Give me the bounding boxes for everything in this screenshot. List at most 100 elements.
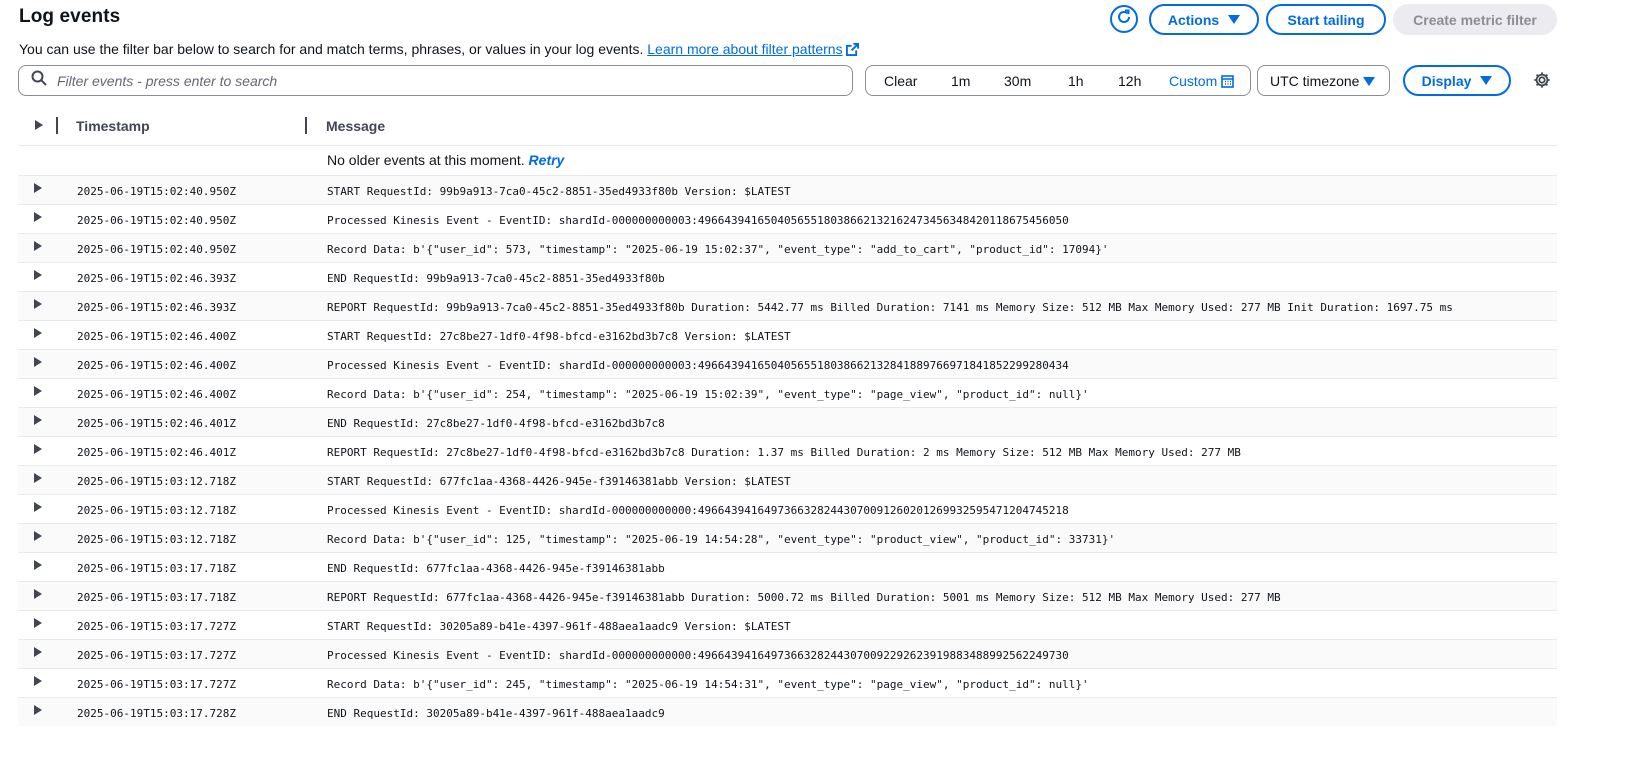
event-message: Processed Kinesis Event - EventID: shard…: [327, 359, 1069, 372]
range-1h[interactable]: 1h: [1068, 73, 1084, 89]
event-message: Record Data: b'{"user_id": 125, "timesta…: [327, 533, 1116, 546]
gear-icon: [1533, 72, 1551, 93]
range-1m[interactable]: 1m: [951, 73, 970, 89]
start-tailing-label: Start tailing: [1287, 11, 1365, 28]
log-event-row[interactable]: 2025-06-19T15:03:12.718Z Record Data: b'{…: [18, 523, 1557, 552]
no-older-events-message: No older events at this moment. Retry: [327, 152, 564, 168]
caret-down-icon: [1480, 76, 1493, 85]
settings-button[interactable]: [1533, 71, 1551, 94]
expand-row-icon[interactable]: [34, 618, 42, 628]
event-timestamp: 2025-06-19T15:03:17.727Z: [77, 620, 236, 633]
event-message: END RequestId: 99b9a913-7ca0-45c2-8851-3…: [327, 272, 665, 285]
log-event-row[interactable]: 2025-06-19T15:02:46.401Z END RequestId: 2…: [18, 407, 1557, 436]
expand-row-icon[interactable]: [34, 502, 42, 512]
expand-row-icon[interactable]: [34, 705, 42, 715]
create-metric-filter-label: Create metric filter: [1413, 11, 1537, 28]
expand-row-icon[interactable]: [34, 328, 42, 338]
log-event-row[interactable]: 2025-06-19T15:02:40.950Z Processed Kinesi…: [18, 204, 1557, 233]
event-message: REPORT RequestId: 27c8be27-1df0-4f98-bfc…: [327, 446, 1241, 459]
event-message: REPORT RequestId: 677fc1aa-4368-4426-945…: [327, 591, 1281, 604]
log-event-row[interactable]: 2025-06-19T15:02:46.400Z Record Data: b'{…: [18, 378, 1557, 407]
expand-row-icon[interactable]: [34, 183, 42, 193]
refresh-button[interactable]: [1110, 5, 1138, 33]
event-timestamp: 2025-06-19T15:02:40.950Z: [77, 243, 236, 256]
log-event-row[interactable]: 2025-06-19T15:03:12.718Z Processed Kinesi…: [18, 494, 1557, 523]
expand-row-icon[interactable]: [34, 676, 42, 686]
time-range-selector: Clear 1m 30m 1h 12h Custom: [865, 65, 1251, 96]
event-timestamp: 2025-06-19T15:03:17.718Z: [77, 591, 236, 604]
event-message: Record Data: b'{"user_id": 245, "timesta…: [327, 678, 1089, 691]
expand-row-icon[interactable]: [34, 444, 42, 454]
timestamp-column-header[interactable]: Timestamp: [76, 118, 150, 134]
no-older-events-row: No older events at this moment. Retry: [18, 145, 1557, 175]
event-timestamp: 2025-06-19T15:02:46.400Z: [77, 359, 236, 372]
event-message: Processed Kinesis Event - EventID: shard…: [327, 649, 1069, 662]
expand-row-icon[interactable]: [34, 386, 42, 396]
log-event-row[interactable]: 2025-06-19T15:02:46.400Z Processed Kinesi…: [18, 349, 1557, 378]
event-message: Processed Kinesis Event - EventID: shard…: [327, 504, 1069, 517]
expand-row-icon[interactable]: [34, 647, 42, 657]
log-event-row[interactable]: 2025-06-19T15:03:17.727Z Record Data: b'{…: [18, 668, 1557, 697]
refresh-icon: [1116, 9, 1132, 30]
expand-all-icon[interactable]: [35, 120, 43, 130]
caret-down-icon: [1228, 15, 1241, 24]
expand-row-icon[interactable]: [34, 357, 42, 367]
expand-row-icon[interactable]: [34, 270, 42, 280]
expand-row-icon[interactable]: [34, 415, 42, 425]
expand-row-icon[interactable]: [34, 531, 42, 541]
expand-row-icon[interactable]: [34, 241, 42, 251]
event-timestamp: 2025-06-19T15:03:12.718Z: [77, 533, 236, 546]
log-event-row[interactable]: 2025-06-19T15:02:46.393Z REPORT RequestId…: [18, 291, 1557, 320]
log-event-row[interactable]: 2025-06-19T15:03:17.727Z START RequestId:…: [18, 610, 1557, 639]
event-message: START RequestId: 30205a89-b41e-4397-961f…: [327, 620, 791, 633]
actions-label: Actions: [1167, 11, 1220, 28]
table-header: Timestamp Message: [18, 111, 1557, 141]
event-message: Processed Kinesis Event - EventID: shard…: [327, 214, 1069, 227]
expand-row-icon[interactable]: [34, 589, 42, 599]
log-event-row[interactable]: 2025-06-19T15:03:17.718Z REPORT RequestId…: [18, 581, 1557, 610]
start-tailing-button[interactable]: Start tailing: [1266, 4, 1386, 35]
log-event-row[interactable]: 2025-06-19T15:02:46.401Z REPORT RequestId…: [18, 436, 1557, 465]
expand-row-icon[interactable]: [34, 473, 42, 483]
log-event-row[interactable]: 2025-06-19T15:03:12.718Z START RequestId:…: [18, 465, 1557, 494]
event-timestamp: 2025-06-19T15:03:17.727Z: [77, 678, 236, 691]
retry-link[interactable]: Retry: [529, 152, 565, 168]
log-event-row[interactable]: 2025-06-19T15:02:46.393Z END RequestId: 9…: [18, 262, 1557, 291]
event-message: REPORT RequestId: 99b9a913-7ca0-45c2-885…: [327, 301, 1453, 314]
column-resize-handle[interactable]: [305, 117, 307, 134]
expand-row-icon[interactable]: [34, 212, 42, 222]
expand-row-icon[interactable]: [34, 560, 42, 570]
message-column-header[interactable]: Message: [326, 118, 385, 134]
log-events-table: 2025-06-19T15:02:40.950Z START RequestId:…: [18, 175, 1557, 726]
log-event-row[interactable]: 2025-06-19T15:02:46.400Z START RequestId:…: [18, 320, 1557, 349]
event-message: START RequestId: 677fc1aa-4368-4426-945e…: [327, 475, 791, 488]
expand-row-icon[interactable]: [34, 299, 42, 309]
event-timestamp: 2025-06-19T15:02:46.400Z: [77, 388, 236, 401]
range-custom[interactable]: Custom: [1169, 73, 1234, 91]
log-event-row[interactable]: 2025-06-19T15:03:17.728Z END RequestId: 3…: [18, 697, 1557, 726]
learn-more-link[interactable]: Learn more about filter patterns: [647, 41, 859, 59]
filter-search-box[interactable]: [18, 65, 853, 96]
search-input[interactable]: [55, 71, 819, 90]
event-timestamp: 2025-06-19T15:02:46.393Z: [77, 272, 236, 285]
event-timestamp: 2025-06-19T15:02:40.950Z: [77, 185, 236, 198]
event-timestamp: 2025-06-19T15:03:17.727Z: [77, 649, 236, 662]
create-metric-filter-button[interactable]: Create metric filter: [1393, 4, 1557, 35]
event-message: END RequestId: 27c8be27-1df0-4f98-bfcd-e…: [327, 417, 665, 430]
display-button[interactable]: Display: [1403, 65, 1511, 96]
custom-label: Custom: [1169, 73, 1218, 89]
actions-button[interactable]: Actions: [1149, 4, 1259, 35]
external-link-icon: [845, 43, 859, 59]
clear-button[interactable]: Clear: [884, 73, 917, 89]
log-event-row[interactable]: 2025-06-19T15:02:40.950Z Record Data: b'{…: [18, 233, 1557, 262]
log-event-row[interactable]: 2025-06-19T15:03:17.727Z Processed Kinesi…: [18, 639, 1557, 668]
log-event-row[interactable]: 2025-06-19T15:02:40.950Z START RequestId:…: [18, 175, 1557, 204]
timezone-select[interactable]: UTC timezone: [1257, 65, 1390, 96]
log-event-row[interactable]: 2025-06-19T15:03:17.718Z END RequestId: 6…: [18, 552, 1557, 581]
search-icon: [31, 70, 47, 91]
description-text: You can use the filter bar below to sear…: [19, 41, 644, 57]
display-label: Display: [1421, 72, 1472, 89]
range-12h[interactable]: 12h: [1118, 73, 1141, 89]
range-30m[interactable]: 30m: [1004, 73, 1031, 89]
event-message: END RequestId: 677fc1aa-4368-4426-945e-f…: [327, 562, 665, 575]
